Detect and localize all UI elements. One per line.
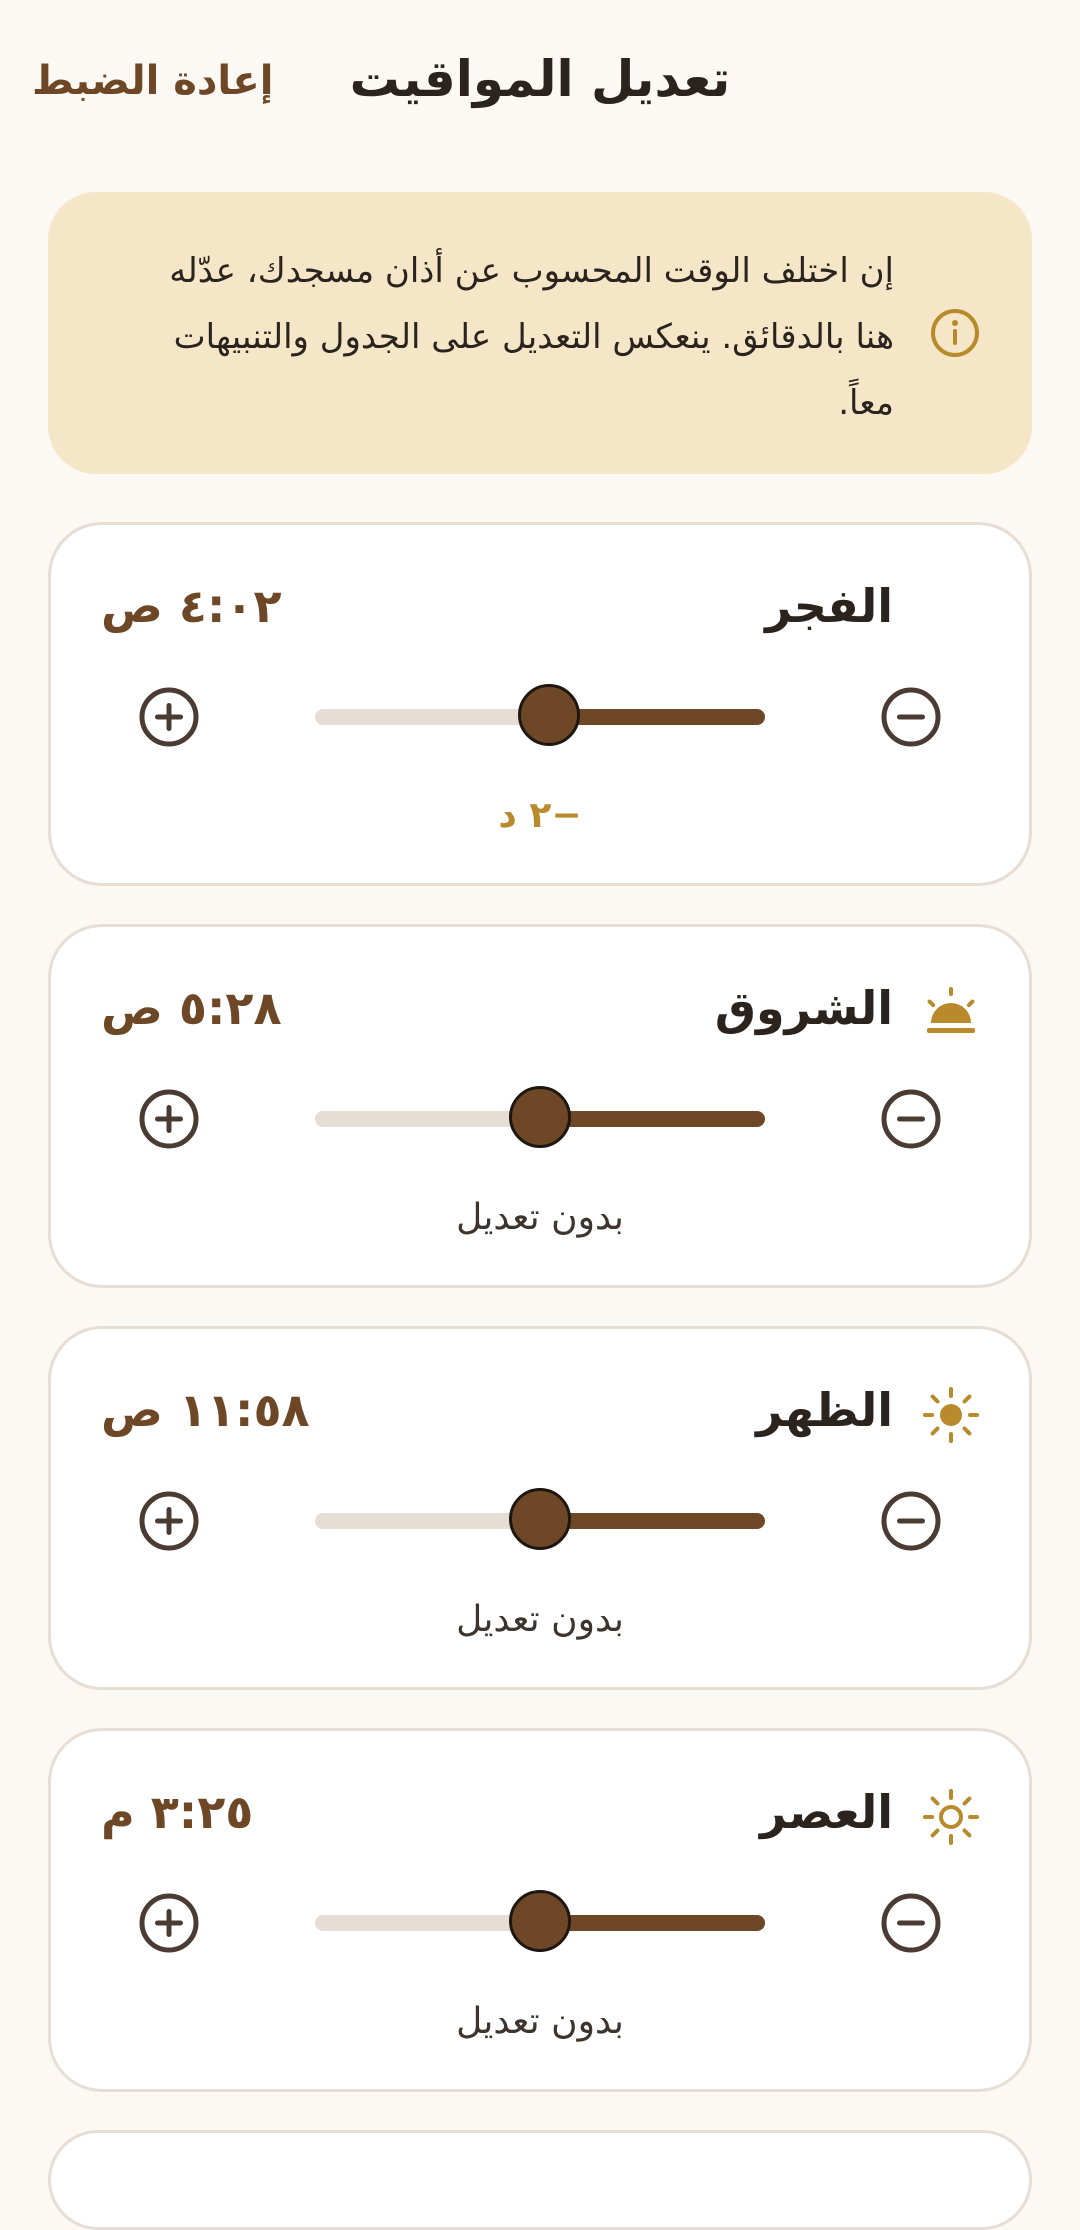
offset-slider[interactable] — [315, 1086, 765, 1148]
increase-button[interactable] — [139, 687, 199, 747]
info-icon — [931, 309, 979, 357]
sunrise-icon — [927, 987, 975, 1033]
crescent-moon-icon — [932, 585, 959, 637]
info-line: إن اختلف الوقت المحسوب عن أذان مسجدك، عد… — [169, 251, 894, 291]
info-line: هنا بالدقائق. ينعكس التعديل على الجدول و… — [173, 317, 894, 357]
prayer-time: ٥:٢٨ ص — [101, 981, 282, 1035]
offset-status: بدون تعديل — [456, 1197, 624, 1238]
decrease-button[interactable] — [881, 687, 941, 747]
decrease-button[interactable] — [881, 1491, 941, 1551]
info-banner-text: إن اختلف الوقت المحسوب عن أذان مسجدك، عد… — [114, 238, 894, 436]
prayer-name: الظهر — [756, 1383, 893, 1437]
prayer-time: ٤:٠٢ ص — [101, 579, 282, 633]
slider-fill — [540, 1111, 765, 1127]
sun-outline-icon — [923, 1789, 979, 1845]
prayer-name: الشروق — [714, 981, 893, 1035]
offset-status: بدون تعديل — [456, 2001, 624, 2042]
prayer-card-fajr: الفجر ٤:٠٢ ص −٢ د — [48, 522, 1032, 886]
offset-slider[interactable] — [315, 684, 765, 746]
slider-thumb[interactable] — [518, 684, 580, 746]
prayer-time: ٣:٢٥ م — [101, 1785, 254, 1839]
slider-fill — [540, 1513, 765, 1529]
prayer-name: الفجر — [765, 579, 893, 633]
prayer-name: العصر — [760, 1785, 893, 1839]
decrease-button[interactable] — [881, 1893, 941, 1953]
offset-status: بدون تعديل — [456, 1599, 624, 1640]
offset-slider[interactable] — [315, 1488, 765, 1550]
prayer-card-asr: العصر ٣:٢٥ م بدون تعديل — [48, 1728, 1032, 2092]
slider-thumb[interactable] — [509, 1086, 571, 1148]
prayer-card-next — [48, 2130, 1032, 2230]
prayer-card-dhuhr: الظهر ١١:٥٨ ص بدون تعديل — [48, 1326, 1032, 1690]
info-line: معاً. — [838, 383, 894, 423]
slider-fill — [540, 1915, 765, 1931]
increase-button[interactable] — [139, 1089, 199, 1149]
reset-button[interactable]: إعادة الضبط — [32, 58, 273, 104]
prayer-card-shurooq: الشروق ٥:٢٨ ص بدون تعديل — [48, 924, 1032, 1288]
slider-fill — [549, 709, 765, 725]
prayer-time: ١١:٥٨ ص — [101, 1383, 310, 1437]
decrease-button[interactable] — [881, 1089, 941, 1149]
slider-thumb[interactable] — [509, 1890, 571, 1952]
sun-icon — [923, 1387, 979, 1443]
increase-button[interactable] — [139, 1491, 199, 1551]
offset-slider[interactable] — [315, 1890, 765, 1952]
offset-status: −٢ د — [498, 795, 582, 836]
info-banner: إن اختلف الوقت المحسوب عن أذان مسجدك، عد… — [48, 192, 1032, 474]
increase-button[interactable] — [139, 1893, 199, 1953]
app-header: تعديل المواقيت إعادة الضبط — [0, 0, 1080, 170]
slider-thumb[interactable] — [509, 1488, 571, 1550]
